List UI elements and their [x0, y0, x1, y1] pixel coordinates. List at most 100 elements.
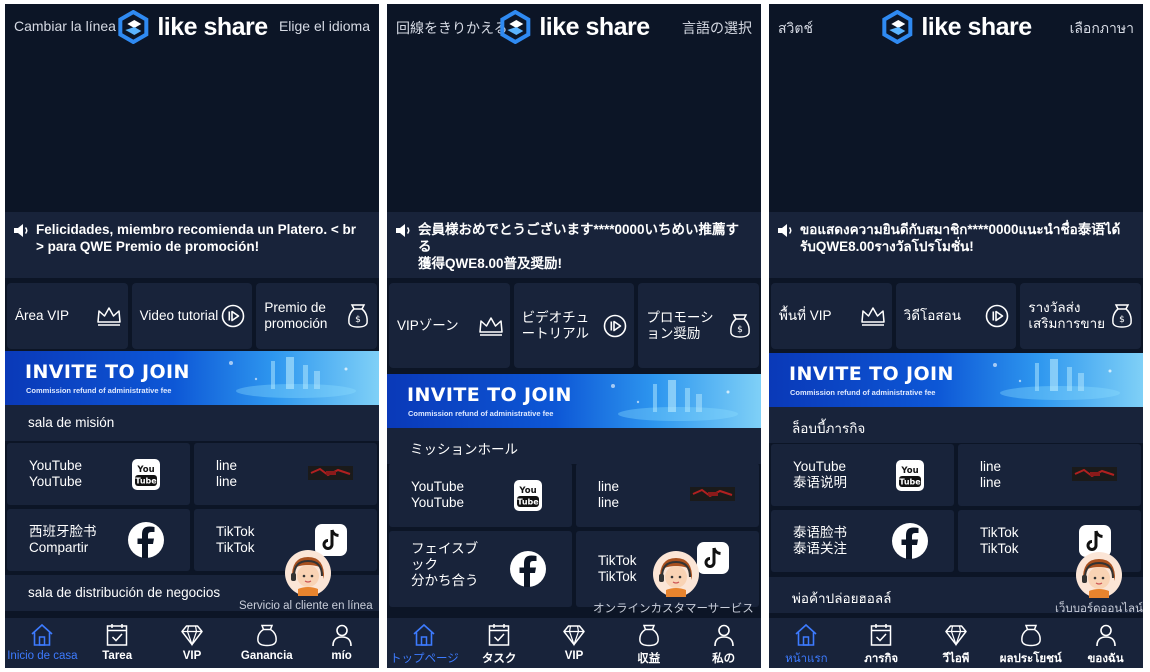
- banner-subtitle: Commission refund of administrative fee: [26, 386, 172, 395]
- task-card-youtube[interactable]: YouTube 泰语说明: [771, 444, 954, 506]
- tab-task[interactable]: Tarea: [80, 618, 155, 668]
- section-title: sala de distribución de negocios: [28, 585, 221, 600]
- switch-line-link[interactable]: Cambiar la línea: [14, 18, 116, 34]
- task-card-facebook[interactable]: フェイスブック 分かち合う: [389, 531, 572, 607]
- video-area[interactable]: [387, 50, 761, 212]
- app-header: Cambiar la línea like share Elige el idi…: [5, 4, 379, 50]
- bottom-tab-bar: Inicio de casa Tarea VIP Ganancia mío: [5, 618, 379, 668]
- invite-banner[interactable]: INVITE TO JOIN Commission refund of admi…: [769, 353, 1143, 407]
- task-card-facebook[interactable]: 西班牙脸书 Compartir: [7, 509, 190, 571]
- tab-label: VIP: [564, 650, 584, 662]
- customer-service-avatar-icon: [284, 549, 332, 597]
- quick-video-tutorial[interactable]: ビデオチュートリアル: [513, 283, 635, 368]
- tab-vip[interactable]: VIP: [537, 618, 612, 668]
- video-area[interactable]: [5, 50, 379, 212]
- youtube-icon: [132, 459, 160, 490]
- tab-mine[interactable]: mío: [304, 618, 379, 668]
- diamond-icon: [563, 625, 585, 646]
- tab-home[interactable]: トップページ: [387, 618, 462, 668]
- tab-mine[interactable]: ของฉัน: [1068, 618, 1143, 668]
- language-select-link[interactable]: Elige el idioma: [279, 18, 370, 34]
- task-card-line[interactable]: line line: [194, 443, 377, 505]
- user-icon: [1095, 624, 1116, 647]
- app-logo: like share: [498, 8, 650, 46]
- tab-vip[interactable]: VIP: [155, 618, 230, 668]
- task-label: line line: [598, 479, 620, 510]
- switch-line-link[interactable]: สวิตช์: [778, 18, 813, 40]
- like-share-logo-icon: [500, 10, 531, 44]
- play-circle-icon: [604, 314, 627, 337]
- task-card-youtube[interactable]: YouTube YouTube: [7, 443, 190, 505]
- section-title: ล็อบบี้ภารกิจ: [792, 421, 866, 436]
- quick-label: รางวัลส่งเสริมการขาย: [1028, 300, 1106, 331]
- task-icon: [870, 623, 892, 646]
- quick-actions: Área VIP Video tutorial Premio de promoc…: [5, 283, 379, 349]
- quick-promotion-reward[interactable]: Premio de promoción: [256, 283, 378, 349]
- tab-label: mío: [331, 650, 352, 662]
- play-circle-icon: [986, 304, 1009, 328]
- quick-promotion-reward[interactable]: รางวัลส่งเสริมการขาย: [1020, 283, 1142, 349]
- tab-earnings[interactable]: Ganancia: [229, 618, 304, 668]
- quick-video-tutorial[interactable]: วิดีโอสอน: [895, 283, 1017, 349]
- logo-text: like share: [157, 12, 268, 41]
- task-card-youtube[interactable]: YouTube YouTube: [389, 463, 572, 527]
- invite-banner[interactable]: INVITE TO JOIN Commission refund of admi…: [387, 374, 761, 428]
- customer-service-avatar-icon: [652, 550, 700, 598]
- tab-label: ของฉัน: [1087, 653, 1124, 665]
- mission-hall-header: ล็อบบี้ภารกิจ: [769, 407, 1143, 443]
- notice-text: ขอแสดงความยินดีกับสมาชิก****0000แนะนำชื่…: [800, 222, 1121, 254]
- banner-title: INVITE TO JOIN: [789, 363, 954, 385]
- facebook-icon: [128, 522, 164, 558]
- customer-service-label: เว็บบอร์ดออนไลน์: [1055, 603, 1143, 615]
- tab-label: トップページ: [390, 653, 459, 665]
- quick-video-tutorial[interactable]: Video tutorial: [131, 283, 253, 349]
- task-label: 西班牙脸书 Compartir: [29, 524, 97, 555]
- bottom-tab-bar: トップページ タスク VIP 収益 私の: [387, 618, 761, 668]
- quick-label: VIPゾーン: [397, 317, 459, 333]
- mission-hall-header: sala de misión: [5, 405, 379, 441]
- tab-task[interactable]: タスク: [462, 618, 537, 668]
- money-bag-icon: [1112, 304, 1132, 328]
- task-card-line[interactable]: line line: [576, 463, 759, 527]
- tab-mine[interactable]: 私の: [686, 618, 761, 668]
- speaker-icon: [395, 223, 410, 238]
- tab-earnings[interactable]: ผลประโยชน์: [993, 618, 1068, 668]
- quick-label: プロモーション奨励: [646, 309, 714, 341]
- user-icon: [713, 624, 734, 647]
- tab-home[interactable]: Inicio de casa: [5, 618, 80, 668]
- invite-banner[interactable]: INVITE TO JOIN Commission refund of admi…: [5, 351, 379, 405]
- diamond-icon: [945, 625, 967, 646]
- quick-promotion-reward[interactable]: プロモーション奨励: [638, 283, 760, 368]
- language-select-link[interactable]: เลือกภาษา: [1070, 18, 1134, 40]
- tab-label: Ganancia: [240, 650, 293, 662]
- quick-vip-area[interactable]: Área VIP: [7, 283, 128, 349]
- task-label: line line: [216, 458, 238, 489]
- switch-line-link[interactable]: 回線をきりかえる: [396, 18, 508, 38]
- language-select-link[interactable]: 言語の選択: [682, 18, 752, 38]
- line-thumbnail-icon: [308, 466, 353, 480]
- quick-actions: พื้นที่ VIP วิดีโอสอน รางวัลส่งเสริมการข…: [769, 283, 1143, 349]
- quick-vip-area[interactable]: VIPゾーン: [389, 283, 510, 368]
- customer-service-label: オンラインカスタマーサービス: [593, 603, 754, 615]
- section-title: พ่อค้าปล่อยฮอลล์: [792, 591, 892, 606]
- task-card-line[interactable]: line line: [958, 444, 1141, 506]
- tab-label: VIP: [182, 650, 202, 662]
- quick-vip-area[interactable]: พื้นที่ VIP: [771, 283, 892, 349]
- quick-label: Video tutorial: [139, 308, 219, 323]
- quick-label: Área VIP: [15, 308, 70, 323]
- tab-vip[interactable]: วีไอพี: [919, 618, 994, 668]
- task-card-facebook[interactable]: 泰语脸书 泰语关注: [771, 510, 954, 572]
- customer-service-label: Servicio al cliente en línea: [239, 600, 373, 612]
- tab-task[interactable]: ภารกิจ: [844, 618, 919, 668]
- quick-label: Premio de promoción: [264, 300, 328, 331]
- tab-label: วีไอพี: [942, 653, 970, 665]
- tab-home[interactable]: หน้าแรก: [769, 618, 844, 668]
- quick-label: พื้นที่ VIP: [779, 308, 832, 323]
- tab-label: ผลประโยชน์: [999, 653, 1062, 665]
- phone-screen-1: Cambiar la línea like share Elige el idi…: [5, 4, 379, 668]
- banner-illustration-icon: [611, 380, 738, 421]
- notice-marquee: 会員様おめでとうございます****0000いちめい推薦する 獲得QWE8.00普…: [387, 212, 761, 278]
- facebook-icon: [510, 551, 546, 587]
- video-area[interactable]: [769, 50, 1143, 212]
- tab-earnings[interactable]: 収益: [611, 618, 686, 668]
